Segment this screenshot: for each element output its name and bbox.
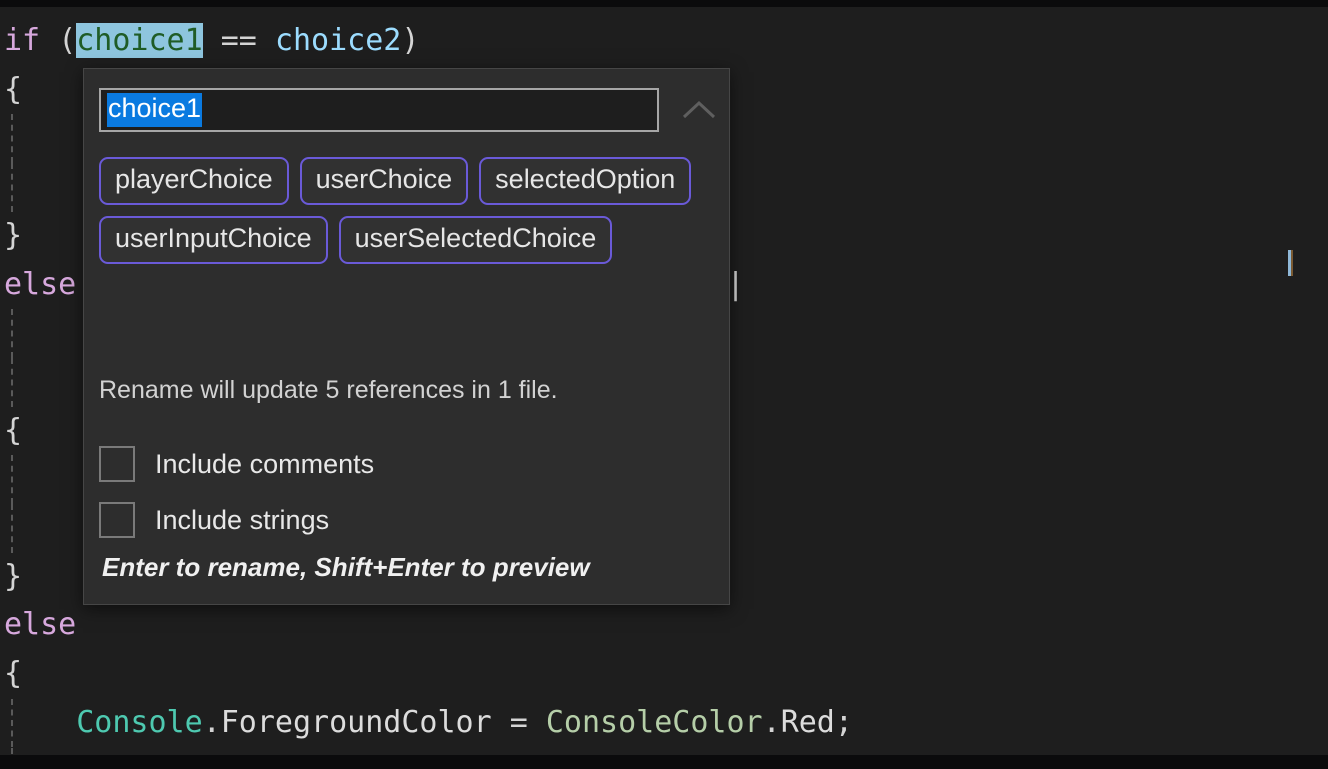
indent-guide: [11, 114, 13, 164]
indent-guide: [11, 455, 13, 504]
code-token-pun: {: [4, 412, 23, 448]
code-token-pun: }: [4, 558, 23, 594]
code-token-pun: .: [202, 704, 221, 740]
vscode-editor-screenshot: if (choice1 == choice2){ Color.Yellow;}e…: [0, 0, 1328, 769]
code-token-op: ==: [202, 23, 275, 58]
code-token-pun: (: [58, 23, 77, 58]
indent-guide: [11, 163, 13, 212]
code-token-pun: [40, 23, 58, 58]
rename-suggestion-chip[interactable]: playerChoice: [99, 157, 289, 206]
code-token-typ: ConsoleColor: [545, 704, 763, 740]
code-line: Console.ForegroundColor = ConsoleColor.R…: [0, 699, 1328, 748]
code-token-kw: if: [4, 23, 41, 58]
rename-option-label: Include comments: [155, 448, 375, 479]
code-token-mem: ForegroundColor: [220, 704, 492, 740]
code-token-mem: Red: [780, 704, 835, 740]
code-token-sel: choice1: [76, 23, 203, 58]
indent-guide: [11, 357, 13, 407]
indent-guide: [11, 309, 13, 358]
code-token-pun: }: [4, 217, 23, 253]
code-line: {: [0, 650, 1328, 699]
indent-guide: [11, 504, 13, 553]
text-cursor-artifact: [1288, 250, 1293, 276]
rename-suggestion-chip[interactable]: userChoice: [299, 157, 469, 206]
code-token-op: =: [491, 704, 546, 740]
code-line: else: [0, 601, 1328, 650]
rename-suggestions-list: playerChoice userChoice selectedOption user…: [99, 157, 711, 265]
rename-symbol-dialog: choice1 playerChoice userChoice selectedOp…: [83, 68, 730, 605]
indent-guide: [11, 698, 13, 748]
code-line: if (choice1 == choice2): [0, 17, 1328, 66]
code-token-pun: [4, 705, 76, 740]
rename-option-row[interactable]: Include comments: [99, 436, 374, 492]
code-token-var: choice2: [274, 23, 402, 58]
code-token-pun: {: [4, 656, 23, 692]
top-letterbox-bar: [0, 0, 1328, 7]
rename-input-value: choice1: [107, 93, 203, 127]
chevron-up-icon[interactable]: [676, 95, 722, 125]
rename-options-group: Include comments Include strings: [99, 436, 374, 548]
code-token-pun: ): [401, 23, 420, 58]
rename-option-row[interactable]: Include strings: [99, 492, 374, 548]
keyboard-hint: Enter to rename, Shift+Enter to preview: [102, 552, 590, 582]
code-token-kw: else: [4, 607, 77, 643]
rename-option-label: Include strings: [155, 504, 330, 535]
rename-suggestion-chip[interactable]: userSelectedChoice: [338, 216, 613, 265]
code-token-cls: Console: [76, 704, 203, 740]
code-token-kw: else: [4, 266, 77, 302]
code-token-pun: .: [762, 704, 781, 740]
rename-suggestion-chip[interactable]: userInputChoice: [99, 216, 328, 265]
rename-suggestion-chip[interactable]: selectedOption: [479, 157, 692, 206]
rename-input[interactable]: choice1: [99, 88, 659, 132]
bottom-letterbox-bar: [0, 755, 1328, 769]
rename-input-row: choice1: [99, 88, 659, 132]
references-note: Rename will update 5 references in 1 fil…: [99, 376, 558, 404]
checkbox-icon[interactable]: [99, 446, 135, 482]
checkbox-icon[interactable]: [99, 502, 135, 538]
code-token-pun: ;: [834, 704, 853, 740]
code-token-pun: {: [4, 71, 23, 107]
